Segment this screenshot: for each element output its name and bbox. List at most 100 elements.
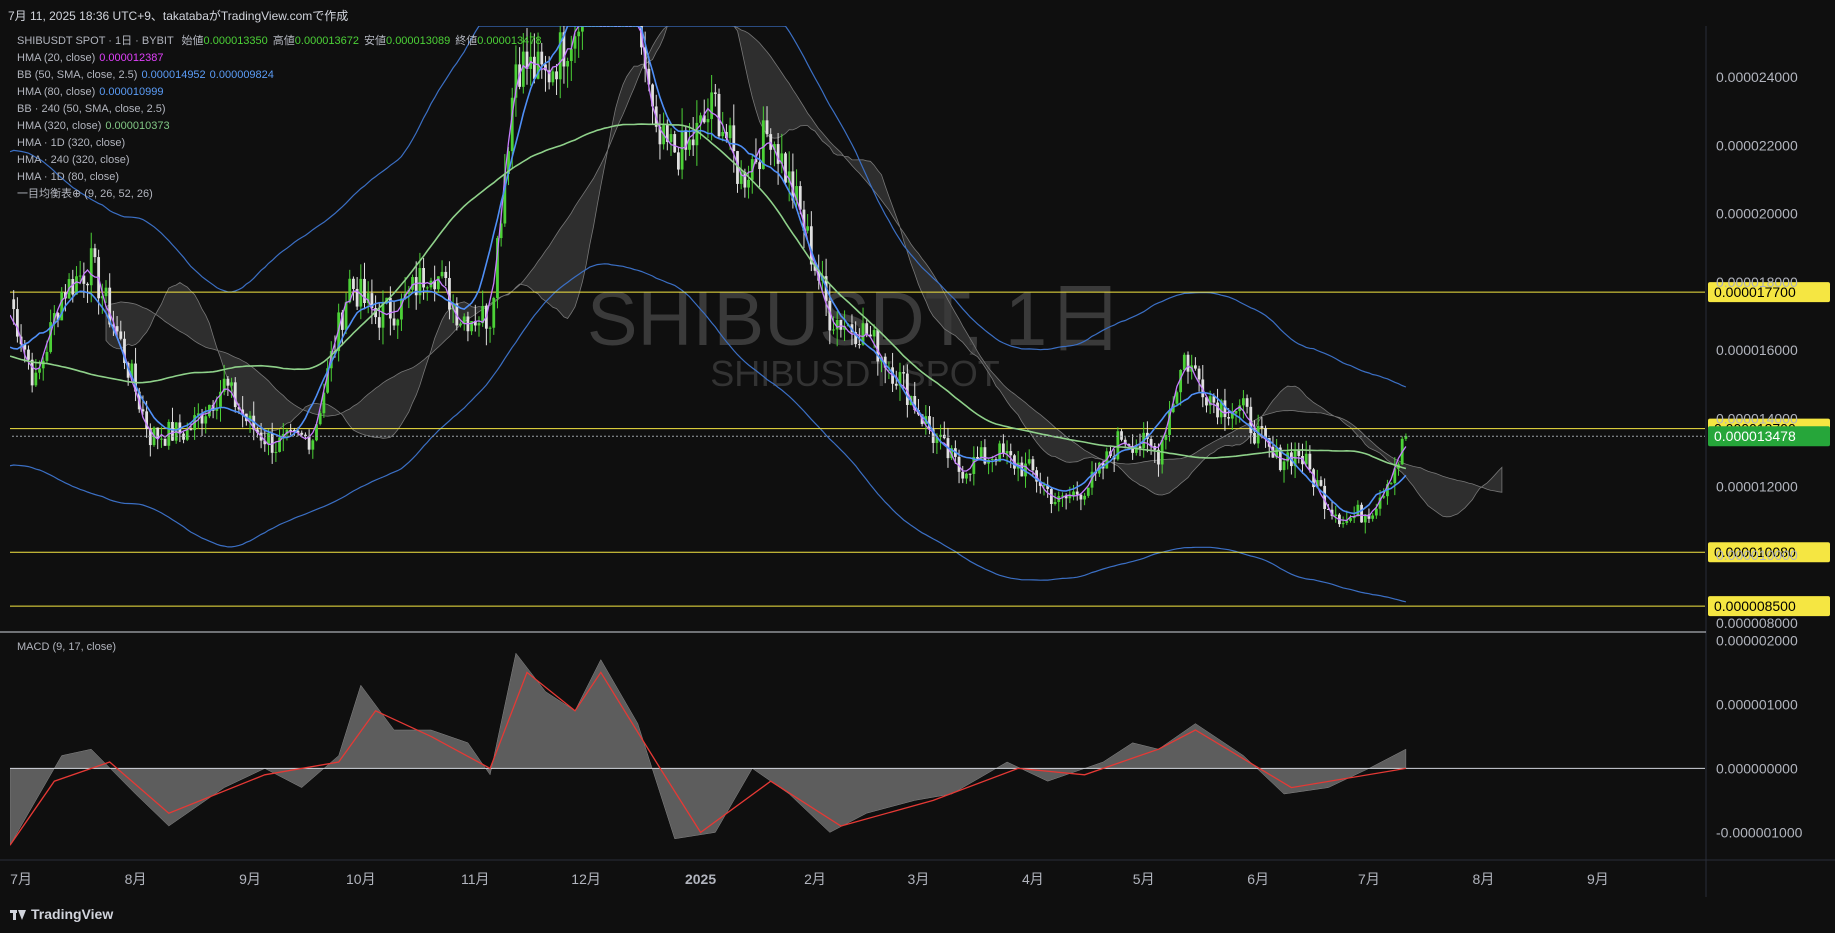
candle-body bbox=[1319, 480, 1323, 486]
candle-body bbox=[968, 473, 972, 475]
candle-body bbox=[41, 360, 45, 369]
tradingview-logo[interactable]: TradingView bbox=[10, 906, 113, 922]
candle-body bbox=[721, 131, 725, 137]
candle-body bbox=[267, 433, 270, 445]
ohlc-label: 安値 bbox=[364, 35, 387, 47]
candle-body bbox=[1374, 508, 1378, 516]
candle-body bbox=[1086, 487, 1090, 496]
candle-body bbox=[551, 71, 555, 83]
candle-body bbox=[1075, 491, 1079, 495]
candle-body bbox=[171, 421, 174, 441]
candle-body bbox=[765, 120, 769, 135]
candle-body bbox=[832, 329, 835, 331]
time-tick-label: 3月 bbox=[908, 871, 930, 887]
candle-body bbox=[12, 299, 16, 310]
candle-body bbox=[569, 48, 573, 62]
candle-body bbox=[894, 383, 898, 386]
ohlc-item: 安値0.000013089 bbox=[364, 35, 450, 47]
indicator-name: HMA (20, close) bbox=[17, 52, 96, 64]
indicator-row[interactable]: BB (50, SMA, close, 2.5) 0.000014952 0.000… bbox=[17, 67, 541, 84]
time-tick-label: 11月 bbox=[461, 871, 490, 887]
candle-body bbox=[717, 93, 721, 137]
indicator-name: BB · 240 (50, SMA, close, 2.5) bbox=[17, 103, 166, 115]
candle-body bbox=[1297, 450, 1301, 456]
indicator-rows: HMA (20, close) 0.000012387 BB (50, SMA, c… bbox=[17, 50, 541, 203]
indicator-legend: SHIBUSDT SPOT · 1日 · BYBIT 始値0.000013350… bbox=[17, 33, 541, 203]
indicator-row[interactable]: HMA (80, close) 0.000010999 bbox=[17, 84, 541, 101]
candle-body bbox=[580, 26, 584, 32]
candle-body bbox=[34, 372, 38, 386]
indicator-name: HMA · 1D (320, close) bbox=[17, 137, 126, 149]
indicator-row[interactable]: HMA · 1D (80, close) bbox=[17, 169, 541, 186]
candle-body bbox=[436, 276, 440, 290]
candle-body bbox=[422, 268, 425, 288]
candle-body bbox=[872, 330, 876, 337]
candle-body bbox=[965, 473, 968, 479]
footer: TradingView bbox=[0, 897, 1835, 933]
time-tick-label: 5月 bbox=[1133, 871, 1155, 887]
candle-body bbox=[691, 139, 695, 146]
candle-body bbox=[976, 456, 979, 459]
candle-body bbox=[459, 323, 462, 326]
time-tick-label: 9月 bbox=[239, 871, 261, 887]
candle-body bbox=[1053, 501, 1057, 505]
candle-body bbox=[713, 92, 717, 94]
candle-body bbox=[411, 277, 414, 290]
candle-body bbox=[488, 327, 492, 329]
indicator-row[interactable]: HMA · 1D (320, close) bbox=[17, 135, 541, 152]
candle-body bbox=[835, 319, 839, 330]
candle-body bbox=[857, 344, 861, 346]
candle-body bbox=[38, 368, 41, 373]
time-tick-label: 7月 bbox=[1358, 871, 1380, 887]
watermark-sub: SHIBUSDT SPOT bbox=[710, 353, 999, 394]
ohlc-value: 0.000013350 bbox=[203, 35, 268, 47]
candle-body bbox=[274, 451, 278, 453]
price-tick-label: 0.000014000 bbox=[1716, 410, 1798, 426]
indicator-name: 一目均衡表⊕ (9, 26, 52, 26) bbox=[17, 188, 153, 200]
indicator-row[interactable]: 一目均衡表⊕ (9, 26, 52, 26) bbox=[17, 186, 541, 203]
candle-body bbox=[839, 319, 843, 330]
macd-tick-label: 0.000000000 bbox=[1716, 760, 1798, 776]
time-tick-label: 9月 bbox=[1587, 871, 1609, 887]
candle-body bbox=[728, 125, 732, 139]
candle-body bbox=[292, 429, 296, 431]
candle-body bbox=[555, 71, 558, 80]
tradingview-logo-icon bbox=[10, 910, 26, 921]
candle-body bbox=[230, 382, 233, 386]
candle-body bbox=[1182, 354, 1186, 370]
candle-body bbox=[1068, 495, 1072, 499]
ohlc-item: 始値0.000013350 bbox=[182, 35, 268, 47]
candle-body bbox=[45, 351, 49, 361]
macd-tick-label: 0.000002000 bbox=[1716, 632, 1798, 648]
candle-body bbox=[425, 287, 429, 289]
ohlc-value: 0.000013089 bbox=[386, 35, 451, 47]
indicator-name: BB (50, SMA, close, 2.5) bbox=[17, 69, 138, 81]
indicator-row[interactable]: HMA · 240 (320, close) bbox=[17, 152, 541, 169]
price-tick-label: 0.000012000 bbox=[1716, 479, 1798, 495]
candle-body bbox=[1323, 485, 1327, 509]
candle-body bbox=[1356, 504, 1360, 517]
candle-body bbox=[377, 317, 381, 328]
time-tick-label: 8月 bbox=[1473, 871, 1495, 887]
indicator-row[interactable]: HMA (320, close) 0.000010373 bbox=[17, 118, 541, 135]
indicator-name: HMA (80, close) bbox=[17, 86, 96, 98]
candle-body bbox=[577, 31, 581, 37]
indicator-row[interactable]: HMA (20, close) 0.000012387 bbox=[17, 50, 541, 67]
indicator-value: 0.000014952 bbox=[141, 69, 206, 81]
price-tick-label: 0.000020000 bbox=[1716, 206, 1798, 222]
candle-body bbox=[119, 331, 123, 339]
candle-body bbox=[747, 179, 750, 188]
candle-body bbox=[758, 162, 762, 170]
macd-tick-label: -0.000001000 bbox=[1716, 824, 1803, 840]
candle-body bbox=[558, 32, 562, 80]
indicator-value: 0.000010999 bbox=[99, 86, 164, 98]
tradingview-brand: TradingView bbox=[31, 906, 114, 922]
candle-body bbox=[78, 275, 82, 277]
candle-body bbox=[1193, 365, 1197, 369]
macd-tick-label: 0.000001000 bbox=[1716, 696, 1798, 712]
indicator-row[interactable]: BB · 240 (50, SMA, close, 2.5) bbox=[17, 101, 541, 118]
candle-body bbox=[695, 122, 699, 146]
candle-body bbox=[1341, 522, 1345, 525]
snapshot-header: 7月 11, 2025 18:36 UTC+9、takatabaがTrading… bbox=[0, 0, 1835, 26]
ohlc-values: 始値0.000013350 高値0.000013672 安値0.000013089 終… bbox=[177, 35, 542, 47]
